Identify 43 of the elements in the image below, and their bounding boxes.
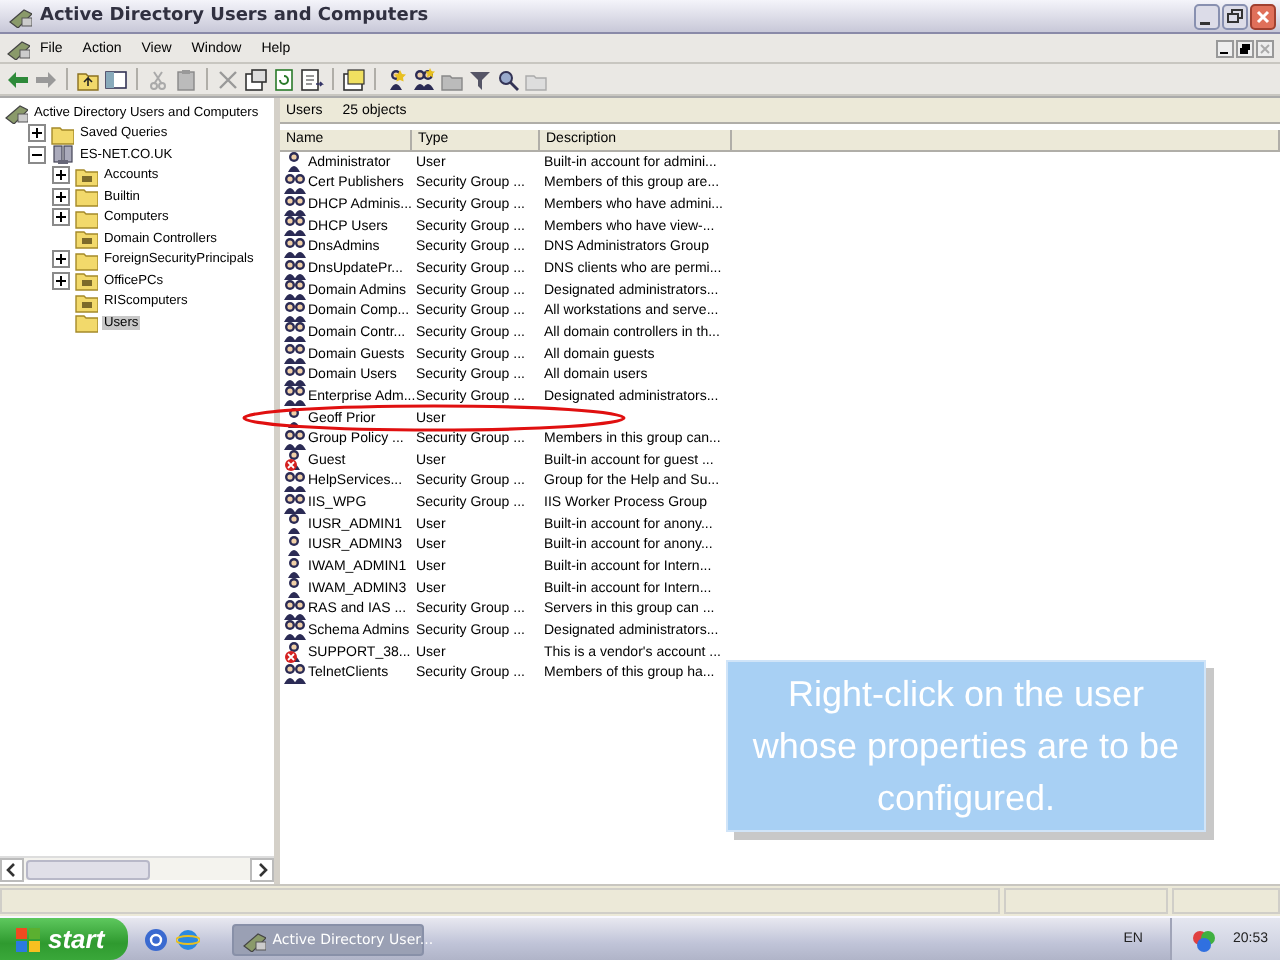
- clipboard-icon[interactable]: [174, 67, 198, 91]
- tray-app-icon[interactable]: [1192, 927, 1217, 951]
- folder-icon: [50, 121, 74, 146]
- find-icon[interactable]: [496, 67, 520, 91]
- folder-icon: [74, 226, 98, 251]
- expand-toggle[interactable]: [52, 250, 70, 269]
- callout-text: Right-click on the user whose properties are to be configured.: [752, 672, 1180, 822]
- minimize-button[interactable]: [1216, 39, 1234, 57]
- expand-toggle[interactable]: [52, 166, 70, 185]
- expand-toggle[interactable]: [52, 271, 70, 290]
- properties-icon[interactable]: [244, 67, 268, 91]
- new-group-icon[interactable]: [412, 67, 436, 91]
- expand-toggle[interactable]: [28, 124, 46, 143]
- refresh-icon[interactable]: [272, 67, 296, 91]
- scroll-left-icon[interactable]: [0, 857, 24, 881]
- expand-toggle[interactable]: [52, 187, 70, 206]
- restore-button[interactable]: [1236, 39, 1254, 57]
- close-button[interactable]: [1250, 3, 1276, 29]
- folder-icon: [74, 184, 98, 209]
- export-list-icon[interactable]: [300, 67, 324, 91]
- folder-icon[interactable]: [76, 67, 100, 91]
- new-user-icon[interactable]: [384, 67, 408, 91]
- folder-icon: [74, 310, 98, 335]
- ring-icon[interactable]: [144, 927, 169, 951]
- horizontal-scrollbar[interactable]: [0, 856, 274, 880]
- minimize-button[interactable]: [1194, 3, 1220, 29]
- globe-icon[interactable]: [176, 927, 201, 951]
- folder-icon: [74, 205, 98, 230]
- restore-button[interactable]: [1222, 3, 1248, 29]
- folder-icon: [74, 163, 98, 188]
- folder-icon: [74, 247, 98, 272]
- expand-toggle[interactable]: [52, 208, 70, 227]
- app-icon: [8, 4, 32, 28]
- folder-icon: [74, 268, 98, 293]
- collapse-toggle[interactable]: [28, 145, 46, 164]
- folder-icon: [74, 289, 98, 314]
- scroll-thumb[interactable]: [26, 859, 150, 879]
- server-icon: [50, 142, 74, 167]
- window-title: Active Directory Users and Computers: [40, 6, 431, 26]
- panel-icon[interactable]: [104, 67, 128, 91]
- windows-logo-icon: [16, 927, 40, 951]
- scroll-right-icon[interactable]: [250, 857, 274, 881]
- back-arrow-icon[interactable]: [6, 67, 30, 91]
